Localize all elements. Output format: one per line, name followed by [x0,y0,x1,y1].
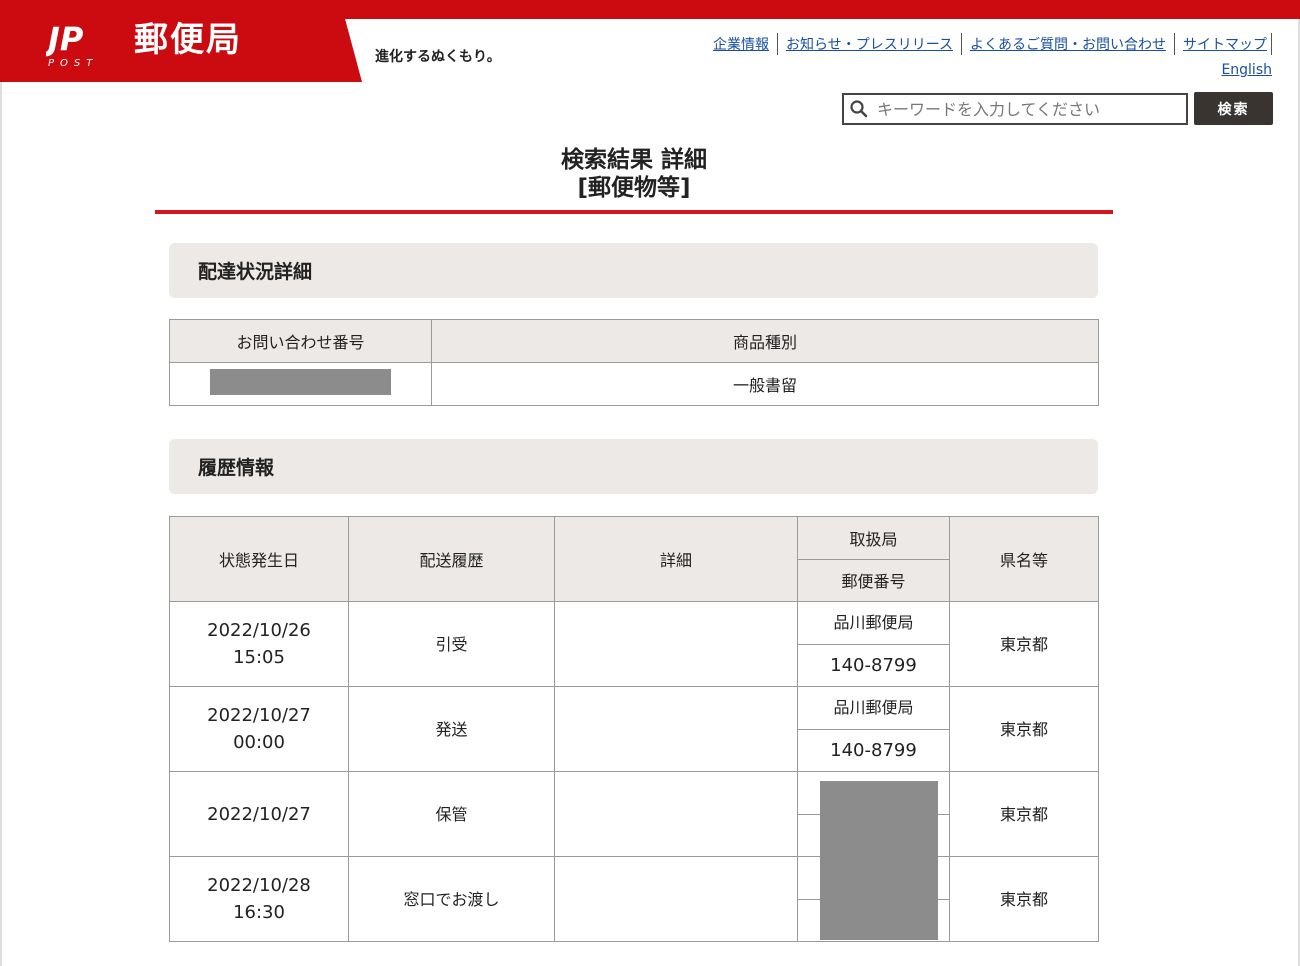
header-office: 取扱局 [849,529,898,549]
time: 15:05 [233,647,285,668]
header-postal-code: 郵便番号 [798,558,949,602]
office-postal-cell: 品川郵便局 140-8799 [797,686,950,772]
header-event: 配送履歴 [348,516,555,602]
office: 品川郵便局 [833,698,914,718]
date: 2022/10/26 [207,620,311,641]
title-divider [155,210,1113,214]
detail-cell [554,686,798,772]
detail-cell [554,771,798,857]
search-icon [850,100,868,118]
postal-code: 140-8799 [798,728,949,772]
date: 2022/10/28 [207,875,311,896]
nav-divider [1271,33,1272,55]
search-button[interactable]: 検索 [1194,92,1273,125]
table-row: 一般書留 [169,362,1099,406]
delivery-status-table: お問い合わせ番号 商品種別 一般書留 [169,319,1099,406]
event-cell: 発送 [348,686,555,772]
nav-link-corporate[interactable]: 企業情報 [705,34,777,54]
date: 2022/10/27 [207,705,311,726]
header-product-type: 商品種別 [431,319,1099,363]
header-tracking-number: お問い合わせ番号 [169,319,432,363]
logo-text: 郵便局 [134,20,242,60]
tracking-number-cell [169,362,432,406]
page-frame-left [0,0,2,966]
prefecture-cell: 東京都 [949,601,1099,687]
history-heading: 履歴情報 [169,439,1098,494]
table-row: 2022/10/28 16:30 窓口でお渡し 東京都 [169,856,1099,942]
tagline: 進化するぬくもり。 [375,49,501,65]
prefecture-cell: 東京都 [949,771,1099,857]
redacted-tracking-number [210,369,391,395]
delivery-status-heading: 配達状況詳細 [169,243,1098,298]
date: 2022/10/27 [207,803,311,825]
page-title-line1: 検索結果 詳細 [560,147,707,173]
nav-link-news[interactable]: お知らせ・プレスリリース [778,34,961,54]
header-date: 状態発生日 [169,516,349,602]
search-box [842,93,1188,125]
header-prefecture: 県名等 [949,516,1099,602]
nav-link-sitemap[interactable]: サイトマップ [1175,34,1271,54]
nav-link-faq[interactable]: よくあるご質問・お問い合わせ [962,34,1174,54]
event-cell: 引受 [348,601,555,687]
table-row: 2022/10/26 15:05 引受 品川郵便局 140-8799 東京都 [169,601,1099,687]
jp-post-logo-icon: JP POST [46,22,98,69]
header-nav: 企業情報 お知らせ・プレスリリース よくあるご質問・お問い合わせ サイトマップ [705,33,1272,55]
product-type-cell: 一般書留 [431,362,1099,406]
office-postal-cell: 品川郵便局 140-8799 [797,601,950,687]
svg-text:POST: POST [48,58,98,69]
date-cell: 2022/10/27 00:00 [169,686,349,772]
prefecture-cell: 東京都 [949,856,1099,942]
time: 00:00 [233,732,285,753]
redacted-office-block [820,781,938,940]
date-cell: 2022/10/26 15:05 [169,601,349,687]
svg-text:JP: JP [46,22,84,58]
header-office-postal: 取扱局 郵便番号 [797,516,950,602]
site-logo[interactable]: JP POST 郵便局 [0,0,362,82]
detail-cell [554,856,798,942]
history-table: 状態発生日 配送履歴 詳細 取扱局 郵便番号 県名等 2022/10/26 15… [169,516,1099,942]
date-cell: 2022/10/27 [169,771,349,857]
event-cell: 保管 [348,771,555,857]
prefecture-cell: 東京都 [949,686,1099,772]
page-title: 検索結果 詳細 [郵便物等] [155,146,1113,202]
table-header-row: お問い合わせ番号 商品種別 [169,319,1099,363]
date-cell: 2022/10/28 16:30 [169,856,349,942]
event-cell: 窓口でお渡し [348,856,555,942]
office: 品川郵便局 [833,613,914,633]
table-row: 2022/10/27 00:00 発送 品川郵便局 140-8799 東京都 [169,686,1099,772]
page-title-line2: [郵便物等] [577,175,691,201]
search-input[interactable] [875,98,1179,120]
postal-code: 140-8799 [798,643,949,687]
detail-cell [554,601,798,687]
time: 16:30 [233,902,285,923]
table-row: 2022/10/27 保管 東京都 [169,771,1099,857]
table-header-row: 状態発生日 配送履歴 詳細 取扱局 郵便番号 県名等 [169,516,1099,602]
header-detail: 詳細 [554,516,798,602]
english-link[interactable]: English [1221,62,1272,78]
